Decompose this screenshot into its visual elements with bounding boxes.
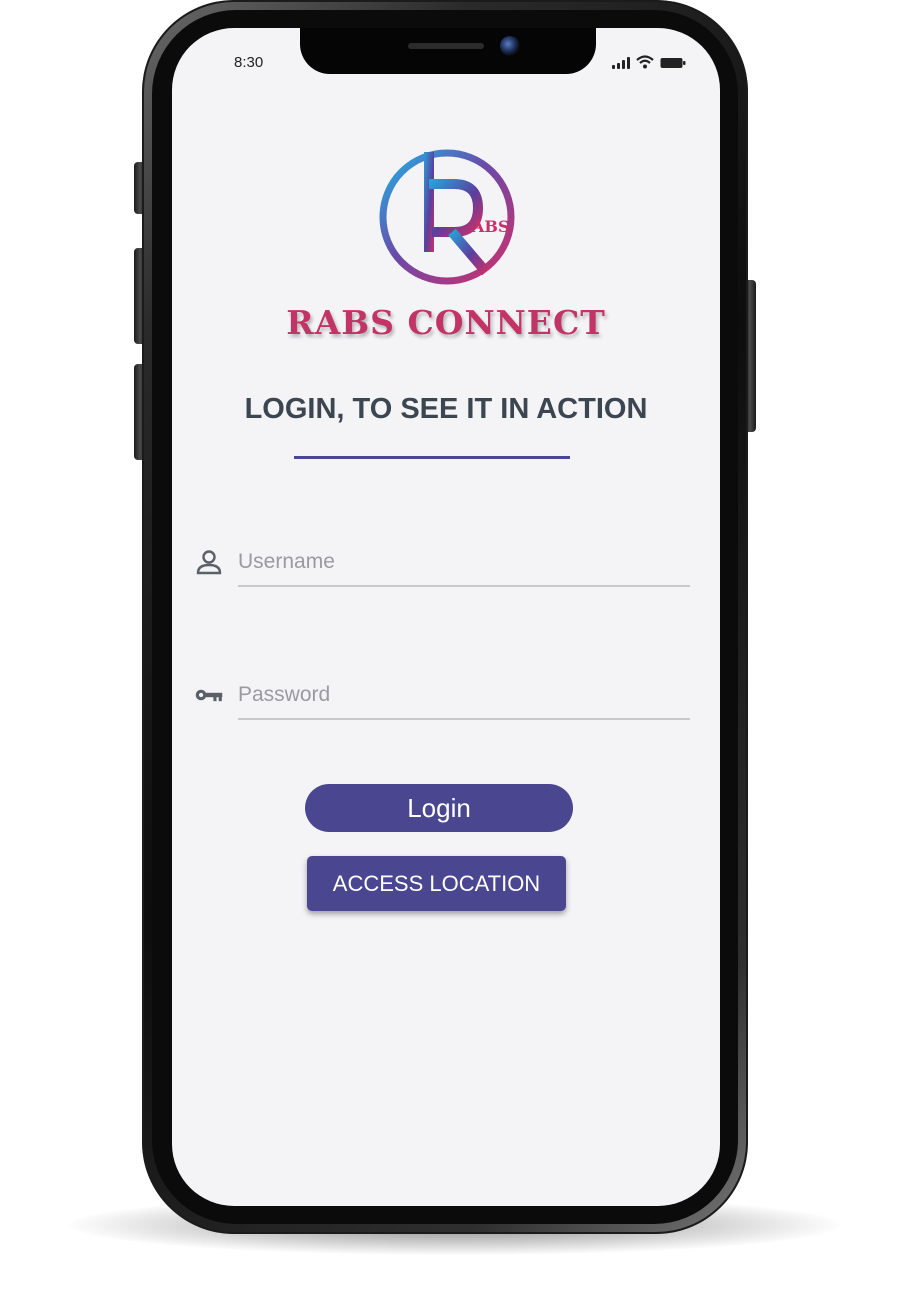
brand-name: RABS CONNECT [286,303,606,342]
password-field [194,678,694,728]
device-mockup: 8:30 ABS RABS CONNECT LOGIN, TO SEE IT I… [0,0,904,1290]
heading-divider [294,456,570,459]
person-icon [196,550,222,575]
access-location-button[interactable]: ACCESS LOCATION [307,856,566,911]
speaker-grille [408,43,484,49]
notch [300,28,596,74]
rabs-logo: ABS [379,149,515,285]
battery-icon [660,58,686,68]
password-input[interactable] [238,678,690,720]
wifi-icon [636,55,654,69]
logo-suffix: ABS [471,217,510,236]
login-button[interactable]: Login [305,784,573,832]
username-field [194,545,694,595]
signal-icon [612,57,630,69]
front-camera [500,36,520,56]
app-screen: 8:30 ABS RABS CONNECT LOGIN, TO SEE IT I… [172,28,720,1206]
page-heading: LOGIN, TO SEE IT IN ACTION [244,393,648,425]
username-input[interactable] [238,545,690,587]
status-icons [612,55,686,69]
key-icon [195,689,223,702]
status-time: 8:30 [234,54,264,71]
